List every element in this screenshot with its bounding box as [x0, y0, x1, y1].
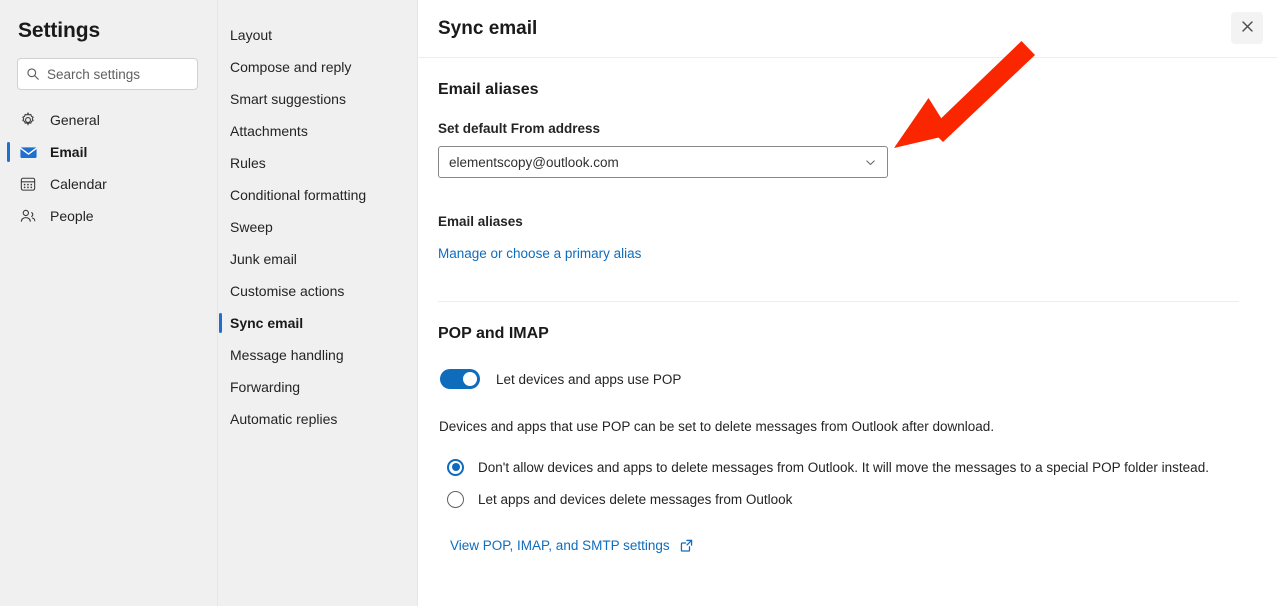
toggle-knob [463, 372, 477, 386]
main-header: Sync email [418, 0, 1277, 58]
manage-primary-alias-link[interactable]: Manage or choose a primary alias [438, 246, 641, 261]
subnav-item-junk-email[interactable]: Junk email [218, 243, 417, 275]
search-icon [26, 67, 40, 81]
from-address-value: elementscopy@outlook.com [449, 154, 619, 170]
sidebar-item-label: General [50, 112, 100, 128]
sidebar-item-calendar[interactable]: Calendar [0, 168, 217, 200]
subnav-item-forwarding[interactable]: Forwarding [218, 371, 417, 403]
sidebar-item-label: Calendar [50, 176, 107, 192]
radio-option-dont-allow-delete[interactable]: Don't allow devices and apps to delete m… [447, 454, 1257, 480]
radio-option-label: Don't allow devices and apps to delete m… [478, 459, 1209, 475]
view-pop-imap-smtp-settings-link[interactable]: View POP, IMAP, and SMTP settings [450, 538, 670, 553]
settings-sidebar: Settings General [0, 0, 218, 606]
close-button[interactable] [1231, 12, 1263, 44]
subnav-item-smart-suggestions[interactable]: Smart suggestions [218, 83, 417, 115]
section-divider [438, 301, 1239, 302]
subnav-item-rules[interactable]: Rules [218, 147, 417, 179]
subnav-item-conditional-formatting[interactable]: Conditional formatting [218, 179, 417, 211]
pop-settings-link-row: View POP, IMAP, and SMTP settings [438, 538, 1257, 553]
sidebar-item-label: People [50, 208, 94, 224]
sidebar-item-email[interactable]: Email [0, 136, 217, 168]
sidebar-item-label: Email [50, 144, 88, 160]
pop-delete-options: Don't allow devices and apps to delete m… [438, 454, 1257, 512]
radio-option-allow-delete[interactable]: Let apps and devices delete messages fro… [447, 486, 1257, 512]
radio-option-label: Let apps and devices delete messages fro… [478, 491, 793, 507]
search-input[interactable] [47, 66, 187, 82]
subnav-item-customise-actions[interactable]: Customise actions [218, 275, 417, 307]
from-address-dropdown[interactable]: elementscopy@outlook.com [438, 146, 888, 178]
let-devices-use-pop-toggle[interactable] [440, 369, 480, 389]
radio-icon-selected[interactable] [447, 458, 464, 476]
settings-dialog: Settings General [0, 0, 1277, 606]
main-panel: Sync email Email aliases Set default Fro… [418, 0, 1277, 606]
subnav-item-sweep[interactable]: Sweep [218, 211, 417, 243]
calendar-icon [18, 174, 38, 194]
open-in-new-icon[interactable] [679, 538, 694, 553]
pop-toggle-label: Let devices and apps use POP [496, 371, 682, 387]
gear-icon [18, 110, 38, 130]
email-aliases-heading: Email aliases [438, 81, 539, 98]
settings-title: Settings [18, 19, 101, 42]
page-title: Sync email [438, 17, 538, 39]
sidebar-nav-list: General Email Calendar People [0, 104, 217, 232]
radio-icon-unselected[interactable] [447, 490, 464, 508]
subnav-item-layout[interactable]: Layout [218, 19, 417, 51]
search-settings-box[interactable] [17, 58, 198, 90]
set-default-from-address-label: Set default From address [438, 121, 601, 136]
close-icon [1240, 19, 1255, 37]
pop-toggle-row: Let devices and apps use POP [438, 369, 1257, 389]
email-aliases-sublabel: Email aliases [438, 214, 523, 229]
sidebar-item-people[interactable]: People [0, 200, 217, 232]
sidebar-item-general[interactable]: General [0, 104, 217, 136]
main-body: Email aliases Set default From address e… [418, 81, 1277, 553]
pop-imap-heading: POP and IMAP [438, 325, 549, 342]
pop-help-text: Devices and apps that use POP can be set… [439, 419, 995, 434]
subnav-item-compose-and-reply[interactable]: Compose and reply [218, 51, 417, 83]
subnav-item-sync-email[interactable]: Sync email [218, 307, 417, 339]
subnav-item-attachments[interactable]: Attachments [218, 115, 417, 147]
subnav-item-message-handling[interactable]: Message handling [218, 339, 417, 371]
envelope-icon [18, 142, 38, 162]
chevron-down-icon [863, 155, 877, 169]
subnav-item-automatic-replies[interactable]: Automatic replies [218, 403, 417, 435]
people-icon [18, 206, 38, 226]
email-subnav: Layout Compose and reply Smart suggestio… [218, 0, 418, 606]
